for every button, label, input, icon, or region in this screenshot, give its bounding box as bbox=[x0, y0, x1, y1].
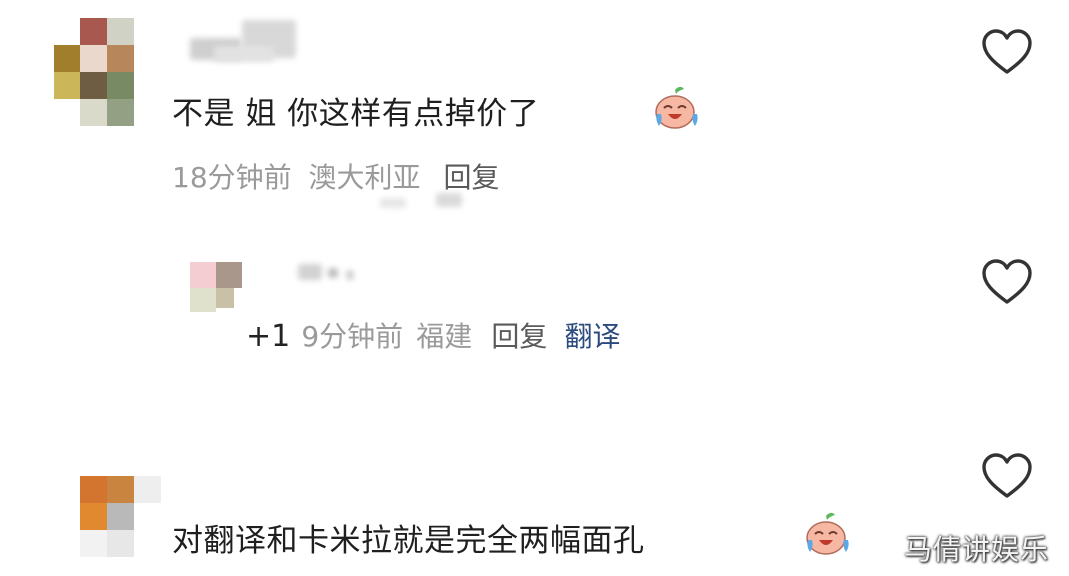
location: 澳大利亚 bbox=[308, 161, 421, 194]
comment-text: 对翻译和卡米拉就是完全两幅面孔 bbox=[172, 523, 645, 559]
watermark: 马倩讲娱乐 bbox=[904, 533, 1050, 566]
comment-text: +1 bbox=[246, 319, 291, 354]
heart-outline-icon[interactable] bbox=[980, 258, 1034, 308]
location: 福建 bbox=[416, 320, 473, 353]
comment-meta: +1 9分钟前 福建 回复 翻译 bbox=[246, 315, 620, 355]
translate-button[interactable]: 翻译 bbox=[564, 320, 620, 353]
heart-outline-icon[interactable] bbox=[980, 452, 1034, 502]
timestamp: 9分钟前 bbox=[301, 320, 404, 353]
avatar[interactable] bbox=[80, 476, 164, 558]
avatar[interactable] bbox=[190, 262, 246, 314]
reply-button[interactable]: 回复 bbox=[443, 161, 499, 194]
comment-meta: 18分钟前 澳大利亚 回复 bbox=[172, 156, 499, 196]
heart-outline-icon[interactable] bbox=[980, 28, 1034, 78]
crying-laughing-emoji-icon bbox=[806, 512, 849, 555]
avatar[interactable] bbox=[54, 18, 136, 126]
reply-button[interactable]: 回复 bbox=[491, 320, 547, 353]
comment-text: 不是 姐 你这样有点掉价了 bbox=[172, 96, 540, 132]
timestamp: 18分钟前 bbox=[172, 161, 292, 194]
crying-laughing-emoji-icon bbox=[655, 86, 698, 129]
